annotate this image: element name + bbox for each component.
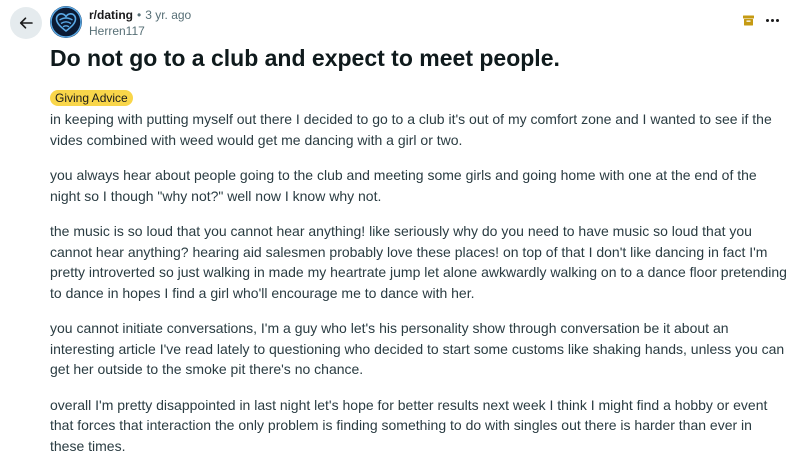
post-paragraph: overall I'm pretty disappointed in last … — [50, 396, 768, 454]
post-paragraph: the music is so loud that you cannot hea… — [50, 223, 787, 301]
meta-separator: • — [137, 8, 142, 22]
subreddit-link[interactable]: r/dating — [89, 8, 133, 23]
post-meta: r/dating • 3 yr. ago Herren117 — [89, 8, 191, 39]
subreddit-avatar[interactable] — [50, 6, 82, 38]
post-paragraph: you cannot initiate conversations, I'm a… — [50, 320, 785, 377]
post-flair[interactable]: Giving Advice — [50, 90, 133, 106]
post-body: in keeping with putting myself out there… — [50, 109, 790, 471]
post-actions — [743, 15, 781, 26]
post-paragraph: in keeping with putting myself out there… — [50, 111, 772, 148]
author-link[interactable]: Herren117 — [89, 24, 191, 39]
more-options-icon[interactable] — [764, 17, 781, 24]
arrow-left-icon — [19, 17, 33, 29]
subreddit-heart-icon — [50, 6, 82, 38]
post-title: Do not go to a club and expect to meet p… — [50, 45, 560, 71]
archive-icon — [743, 15, 754, 26]
post-paragraph: you always hear about people going to th… — [50, 167, 757, 204]
post-age: 3 yr. ago — [145, 8, 192, 22]
back-button[interactable] — [10, 7, 42, 39]
